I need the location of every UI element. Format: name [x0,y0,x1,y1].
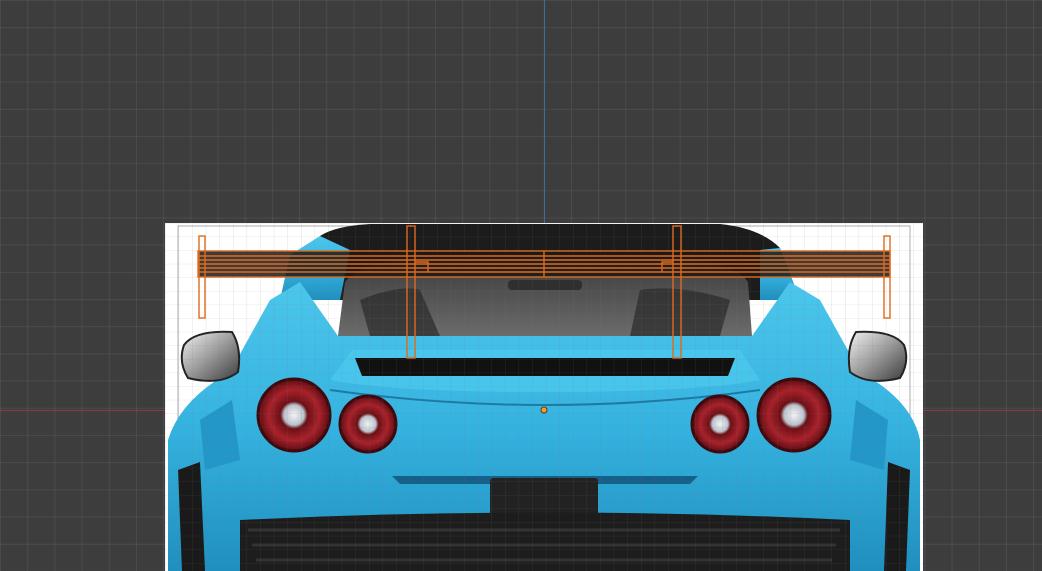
viewport-scene [165,223,923,571]
object-origin-point [540,406,548,414]
3d-viewport[interactable] [0,0,1042,571]
